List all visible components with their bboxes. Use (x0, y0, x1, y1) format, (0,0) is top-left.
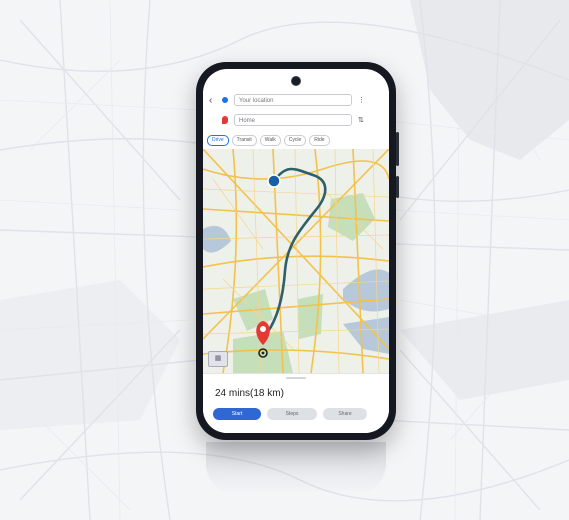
front-camera (291, 76, 301, 86)
share-button[interactable]: Share (323, 408, 367, 420)
start-button[interactable]: Start (213, 408, 261, 420)
travel-mode-tabs: Drive Transit Walk Cycle Ride (207, 135, 330, 146)
origin-marker (267, 174, 281, 188)
destination-row: Home ⇅ (209, 113, 364, 127)
mode-drive[interactable]: Drive (207, 135, 229, 146)
mode-walk[interactable]: Walk (259, 135, 281, 146)
power-button (396, 176, 399, 198)
swap-icon[interactable]: ⇅ (358, 116, 364, 124)
route-map[interactable] (203, 149, 389, 373)
steps-button[interactable]: Steps (267, 408, 317, 420)
mode-cycle[interactable]: Cycle (283, 135, 307, 146)
origin-dot-icon (222, 97, 228, 103)
directions-panel: ‹ Your location ⋮ Home ⇅ Drive Transit W… (203, 91, 389, 147)
destination-pin-icon (222, 116, 228, 124)
phone-device: ‹ Your location ⋮ Home ⇅ Drive Transit W… (196, 62, 399, 440)
route-bottom-sheet: 24 mins(18 km) Start Steps Share (203, 373, 389, 433)
back-arrow-icon[interactable]: ‹ (209, 95, 219, 106)
route-eta: 24 mins(18 km) (215, 388, 284, 399)
volume-button (396, 132, 399, 166)
layers-button[interactable]: ▦ (208, 351, 228, 367)
mode-ride[interactable]: Ride (309, 135, 330, 146)
route-actions: Start Steps Share (213, 408, 367, 420)
sheet-handle[interactable] (286, 377, 306, 379)
destination-input[interactable]: Home (234, 114, 352, 126)
origin-row: ‹ Your location ⋮ (209, 93, 365, 107)
origin-input[interactable]: Your location (234, 94, 352, 106)
phone-screen: ‹ Your location ⋮ Home ⇅ Drive Transit W… (203, 69, 389, 433)
more-options-icon[interactable]: ⋮ (358, 96, 365, 104)
phone-reflection (206, 442, 386, 494)
mode-transit[interactable]: Transit (231, 135, 257, 146)
